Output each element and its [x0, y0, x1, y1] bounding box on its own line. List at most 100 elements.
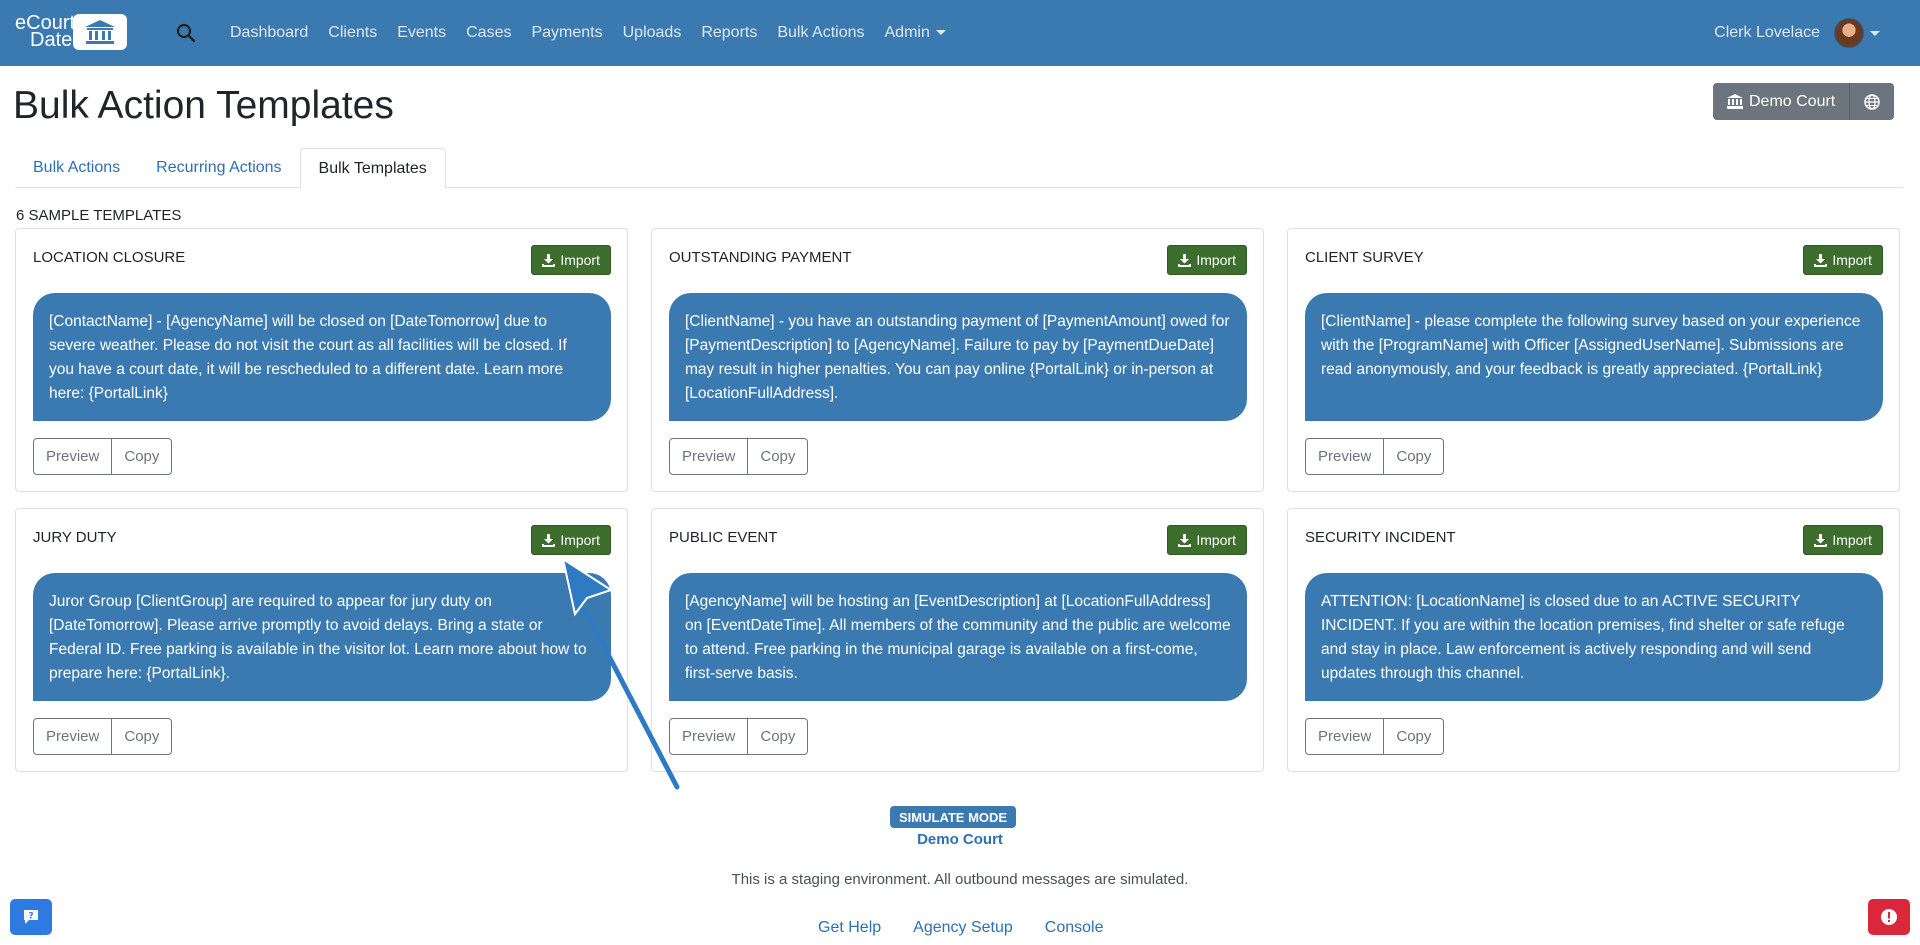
copy-button[interactable]: Copy [112, 438, 173, 475]
card-actions: Preview Copy [33, 438, 173, 475]
footer-link-console[interactable]: Console [1045, 919, 1104, 937]
staging-notice: This is a staging environment. All outbo… [731, 871, 1189, 888]
import-label: Import [1832, 532, 1872, 548]
download-icon [1178, 253, 1192, 267]
user-menu[interactable]: Clerk Lovelace [1714, 0, 1880, 66]
nav-cases[interactable]: Cases [466, 24, 511, 42]
court-selector: Demo Court [1713, 83, 1895, 120]
chat-icon: ? [24, 910, 38, 924]
card-title: PUBLIC EVENT [669, 529, 778, 546]
court-button[interactable]: Demo Court [1713, 83, 1850, 120]
import-button[interactable]: Import [531, 245, 611, 275]
svg-text:?: ? [28, 912, 33, 922]
import-label: Import [1196, 532, 1236, 548]
copy-button[interactable]: Copy [1384, 438, 1445, 475]
chevron-down-icon [1870, 30, 1880, 36]
simulate-mode-badge: SIMULATE MODE [890, 806, 1017, 828]
message-bubble: [ClientName] - please complete the follo… [1305, 293, 1883, 421]
nav-admin-dropdown[interactable]: Admin [885, 24, 946, 42]
nav-payments[interactable]: Payments [531, 24, 602, 42]
template-card-public-event: PUBLIC EVENT Import [AgencyName] will be… [651, 508, 1264, 772]
copy-button[interactable]: Copy [748, 718, 809, 755]
preview-button[interactable]: Preview [1305, 718, 1385, 755]
import-button[interactable]: Import [531, 525, 611, 555]
avatar [1834, 18, 1864, 48]
templates-count: 6 SAMPLE TEMPLATES [16, 207, 182, 224]
bank-icon [1727, 94, 1743, 109]
preview-button[interactable]: Preview [33, 718, 113, 755]
preview-button[interactable]: Preview [1305, 438, 1385, 475]
footer-link-agency-setup[interactable]: Agency Setup [913, 919, 1013, 937]
card-actions: Preview Copy [1305, 438, 1445, 475]
tab-bulk-templates[interactable]: Bulk Templates [299, 148, 446, 189]
import-label: Import [560, 252, 600, 268]
card-title: CLIENT SURVEY [1305, 249, 1424, 266]
nav-bulk-actions[interactable]: Bulk Actions [777, 24, 864, 42]
card-title: LOCATION CLOSURE [33, 249, 186, 266]
nav-events[interactable]: Events [397, 24, 446, 42]
footer-links: Get Help Agency Setup Console [818, 919, 1135, 937]
card-title: OUTSTANDING PAYMENT [669, 249, 852, 266]
import-button[interactable]: Import [1803, 525, 1883, 555]
tabs: Bulk Actions Recurring Actions Bulk Temp… [15, 148, 1903, 189]
court-button-label: Demo Court [1749, 92, 1836, 110]
template-card-security-incident: SECURITY INCIDENT Import ATTENTION: [Loc… [1287, 508, 1900, 772]
card-actions: Preview Copy [1305, 718, 1445, 755]
user-name: Clerk Lovelace [1714, 24, 1820, 41]
template-card-location-closure: LOCATION CLOSURE Import [ContactName] - … [15, 228, 628, 492]
card-actions: Preview Copy [33, 718, 173, 755]
message-bubble: ATTENTION: [LocationName] is closed due … [1305, 573, 1883, 701]
download-icon [542, 533, 556, 547]
alert-icon [1881, 909, 1897, 925]
alert-button[interactable] [1868, 899, 1910, 935]
import-label: Import [560, 532, 600, 548]
download-icon [542, 253, 556, 267]
import-button[interactable]: Import [1167, 245, 1247, 275]
footer-link-get-help[interactable]: Get Help [818, 919, 881, 937]
import-button[interactable]: Import [1803, 245, 1883, 275]
card-actions: Preview Copy [669, 718, 809, 755]
template-card-client-survey: CLIENT SURVEY Import [ClientName] - plea… [1287, 228, 1900, 492]
nav-dashboard[interactable]: Dashboard [230, 24, 308, 42]
tab-recurring-actions[interactable]: Recurring Actions [138, 148, 299, 188]
brand-logo[interactable]: eCourt Date [15, 13, 127, 51]
page-title: Bulk Action Templates [13, 84, 394, 127]
import-label: Import [1196, 252, 1236, 268]
message-bubble: [ClientName] - you have an outstanding p… [669, 293, 1247, 421]
globe-icon [1864, 93, 1880, 110]
import-label: Import [1832, 252, 1872, 268]
preview-button[interactable]: Preview [669, 718, 749, 755]
preview-button[interactable]: Preview [33, 438, 113, 475]
download-icon [1814, 253, 1828, 267]
nav-admin-label: Admin [884, 24, 930, 41]
chat-button[interactable]: ? [10, 899, 52, 935]
nav-clients[interactable]: Clients [328, 24, 377, 42]
card-actions: Preview Copy [669, 438, 809, 475]
message-bubble: Juror Group [ClientGroup] are required t… [33, 573, 611, 701]
nav-links: Dashboard Clients Events Cases Payments … [230, 0, 966, 66]
copy-button[interactable]: Copy [112, 718, 173, 755]
message-bubble: [AgencyName] will be hosting an [EventDe… [669, 573, 1247, 701]
chevron-down-icon [935, 30, 946, 36]
language-button[interactable] [1849, 83, 1895, 120]
copy-button[interactable]: Copy [1384, 718, 1445, 755]
tab-bulk-actions[interactable]: Bulk Actions [15, 148, 138, 188]
simulate-court-label[interactable]: Demo Court [917, 831, 1003, 848]
import-button[interactable]: Import [1167, 525, 1247, 555]
preview-button[interactable]: Preview [669, 438, 749, 475]
brand-text: eCourt Date [15, 13, 75, 51]
template-card-jury-duty: JURY DUTY Import Juror Group [ClientGrou… [15, 508, 628, 772]
nav-uploads[interactable]: Uploads [623, 24, 682, 42]
message-bubble: [ContactName] - [AgencyName] will be clo… [33, 293, 611, 421]
template-card-outstanding-payment: OUTSTANDING PAYMENT Import [ClientName] … [651, 228, 1264, 492]
card-title: SECURITY INCIDENT [1305, 529, 1456, 546]
nav-reports[interactable]: Reports [701, 24, 757, 42]
brand-line-2: Date [30, 29, 73, 51]
download-icon [1814, 533, 1828, 547]
copy-button[interactable]: Copy [748, 438, 809, 475]
top-navbar: eCourt Date Dashboard Clients Events Cas… [0, 0, 1920, 66]
download-icon [1178, 533, 1192, 547]
card-title: JURY DUTY [33, 529, 117, 546]
search-icon[interactable] [175, 22, 197, 44]
courthouse-icon [73, 14, 127, 50]
